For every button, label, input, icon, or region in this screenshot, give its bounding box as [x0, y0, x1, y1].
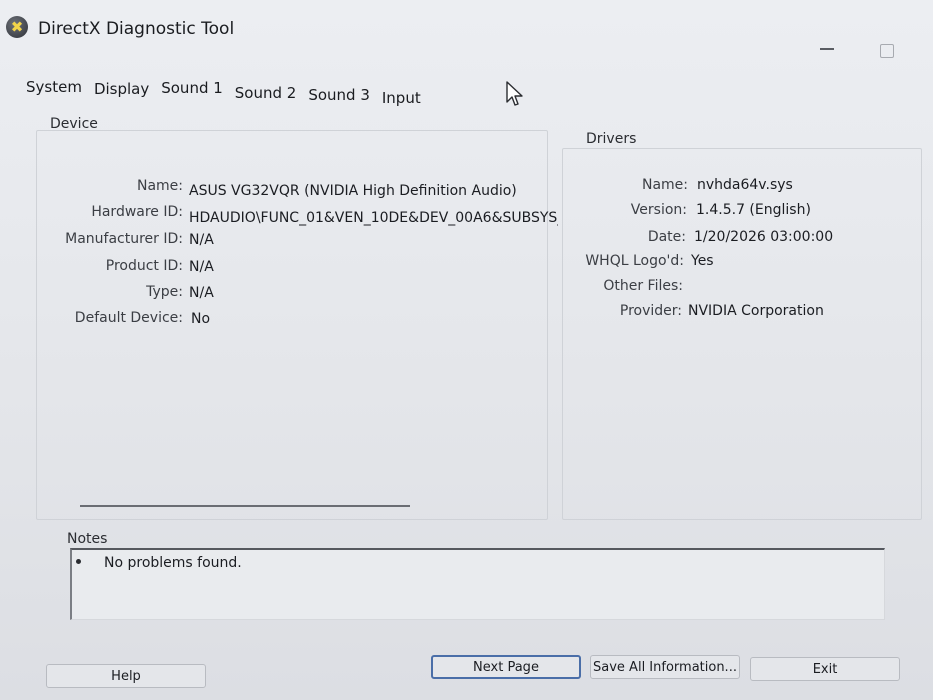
- tab-display[interactable]: Display: [90, 76, 157, 111]
- help-button[interactable]: Help: [46, 664, 206, 688]
- driver-date-label: Date:: [647, 229, 686, 245]
- next-page-button[interactable]: Next Page: [431, 655, 581, 679]
- mouse-pointer-icon: [506, 81, 523, 106]
- exit-button[interactable]: Exit: [750, 657, 900, 681]
- driver-version-row: Version:: [0, 202, 687, 220]
- tab-sound-3[interactable]: Sound 3: [304, 82, 378, 111]
- directx-app-icon: ✖: [6, 16, 28, 38]
- tab-sound-1[interactable]: Sound 1: [157, 75, 231, 111]
- driver-version-value: 1.4.5.7 (English): [696, 202, 811, 218]
- tab-input[interactable]: Input: [378, 85, 429, 111]
- save-all-information-button[interactable]: Save All Information...: [590, 655, 740, 679]
- minimize-icon[interactable]: [820, 48, 834, 50]
- driver-name-label: Name:: [641, 177, 688, 193]
- drivers-group-label: Drivers: [586, 131, 637, 147]
- driver-date-value: 1/20/2026 03:00:00: [694, 229, 834, 245]
- maximize-icon[interactable]: [880, 44, 894, 58]
- notes-label: Notes: [67, 531, 108, 547]
- title-bar[interactable]: ✖ DirectX Diagnostic Tool: [0, 0, 933, 62]
- provider-row: Provider:: [0, 303, 682, 321]
- driver-name-value: nvhda64v.sys: [697, 177, 793, 193]
- driver-version-label: Version:: [630, 202, 687, 218]
- other-files-label: Other Files:: [603, 278, 683, 294]
- provider-label: Provider:: [619, 303, 682, 319]
- tab-bar: System Display Sound 1 Sound 2 Sound 3 I…: [22, 74, 429, 111]
- bullet-icon: [76, 559, 81, 564]
- note-item: No problems found.: [104, 555, 242, 571]
- dxdiag-window: ✖ DirectX Diagnostic Tool System Display…: [0, 0, 933, 700]
- provider-value: NVIDIA Corporation: [688, 303, 824, 319]
- device-divider: [80, 505, 410, 507]
- other-files-row: Other Files:: [0, 278, 683, 296]
- whql-label: WHQL Logo'd:: [585, 253, 684, 269]
- driver-date-row: Date:: [0, 229, 686, 247]
- whql-row: WHQL Logo'd:: [0, 253, 684, 271]
- driver-name-row: Name:: [0, 177, 688, 195]
- tab-sound-2[interactable]: Sound 2: [231, 80, 305, 111]
- notes-box[interactable]: No problems found.: [70, 548, 885, 620]
- whql-value: Yes: [691, 253, 714, 269]
- window-title: DirectX Diagnostic Tool: [38, 19, 235, 39]
- tab-system[interactable]: System: [22, 74, 90, 111]
